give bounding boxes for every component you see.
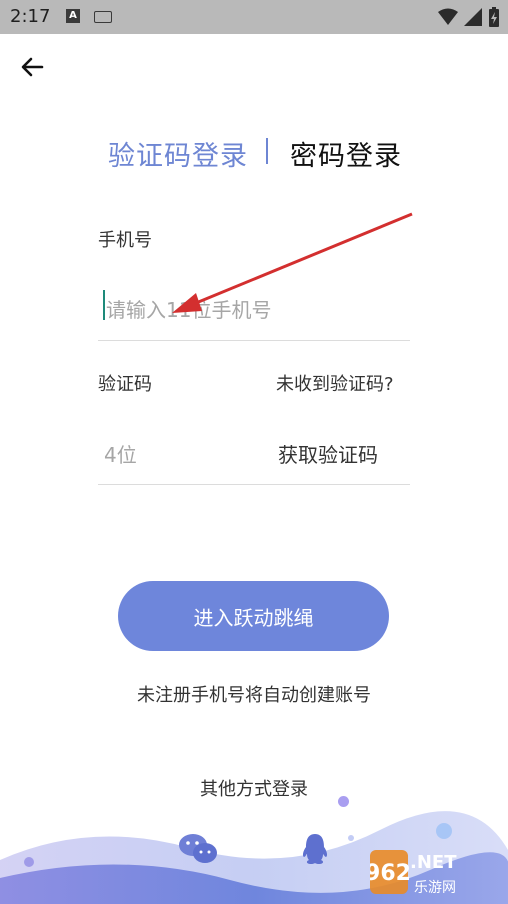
svg-text:.NET: .NET — [410, 852, 457, 873]
cell-signal-icon — [464, 8, 482, 26]
wifi-icon — [438, 8, 458, 25]
watermark-logo: 962 .NET 乐游网 — [370, 850, 457, 896]
decor-dot — [348, 835, 354, 841]
status-bar: 2:17 A — [0, 0, 508, 34]
code-label: 验证码 — [98, 374, 152, 395]
tab-password-login[interactable]: 密码登录 — [290, 134, 402, 173]
get-code-button[interactable]: 获取验证码 — [278, 439, 378, 468]
other-login-label: 其他方式登录 — [200, 779, 308, 800]
tab-sms-login[interactable]: 验证码登录 — [108, 134, 248, 173]
code-input[interactable]: 4位 — [104, 439, 137, 468]
code-underline — [98, 484, 410, 485]
a-notification-icon: A — [66, 9, 80, 23]
watermark-brand-text: 962 — [370, 861, 411, 886]
phone-underline — [98, 340, 410, 341]
text-cursor — [103, 290, 105, 320]
wechat-icon[interactable] — [178, 832, 220, 866]
battery-charging-icon — [489, 7, 499, 27]
decor-dot — [436, 823, 452, 839]
status-icons — [438, 7, 500, 27]
auto-create-hint: 未注册手机号将自动创建账号 — [137, 685, 371, 706]
qq-icon[interactable] — [300, 832, 330, 868]
login-tabs: 验证码登录 密码登录 — [0, 132, 508, 172]
status-time: 2:17 — [10, 6, 51, 27]
phone-label: 手机号 — [98, 230, 152, 251]
decor-dot — [338, 796, 349, 807]
phone-input[interactable]: 请输入11位手机号 — [106, 294, 271, 323]
back-arrow-icon[interactable] — [18, 52, 48, 82]
svg-text:乐游网: 乐游网 — [414, 880, 456, 896]
tab-divider — [266, 138, 268, 164]
enter-app-button[interactable]: 进入跃动跳绳 — [118, 581, 389, 651]
decor-dot — [24, 857, 34, 867]
code-not-received-link[interactable]: 未收到验证码? — [276, 370, 394, 396]
keyboard-icon — [94, 11, 112, 23]
